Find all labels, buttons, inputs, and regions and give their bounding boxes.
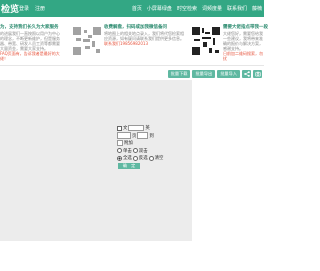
promo-banner: 为，支持我们长久为大家服务 的进展我们一直按照以用户为中心的理念，不断更新维护，… xyxy=(0,17,268,65)
promo-body: 将地图上的相关地点录入，我们将代您检索相应资源，如有疑问请联系我们提供更多信息。 xyxy=(104,30,184,41)
batch-import-button[interactable]: 批量导入 xyxy=(217,70,240,78)
promo-guidance: 需要大佬指点带我一段 大佬您好，需要您给我一些建议，我将带来准确的报价与解决方案… xyxy=(223,25,268,61)
share-icon[interactable] xyxy=(242,70,251,78)
promo-paid-service: 收费解盘，扫码或加我微信备问 将地图上的相关地点录入，我们将代您检索相应资源，如… xyxy=(104,25,186,46)
nav-more[interactable]: 藤楠 xyxy=(252,5,262,12)
promo-body: 大佬您好，需要您给我一些建议，我将带来准确的报价与解决方案，感谢支持。 xyxy=(223,30,263,51)
option-label: 清空 xyxy=(154,156,164,162)
promo-body: 的进展我们一直按照以用户为中心的理念，不断更新维护，但是服务器、带宽、研发人员工… xyxy=(0,30,60,51)
select-mode-radio[interactable] xyxy=(148,155,154,161)
nav-spatiotemporal-search[interactable]: 时空检索 xyxy=(177,5,197,12)
page-to-input[interactable] xyxy=(137,132,149,139)
option-label: 页 xyxy=(132,133,137,139)
nav-contact[interactable]: 联系我们 xyxy=(227,5,247,12)
option-label: 英 xyxy=(145,126,150,131)
option-label: 反选 xyxy=(138,156,148,162)
promo-title: 需要大佬指点带我一段 xyxy=(223,25,268,30)
main-nav: 首页 小屏幕绿盘 时空检索 词频度量 联系我们 藤楠 xyxy=(132,5,262,12)
site-logo[interactable]: 检览 xyxy=(1,2,19,15)
promo-title: 为，支持我们长久为大家服务 xyxy=(0,25,59,30)
text-input[interactable] xyxy=(128,124,145,132)
camera-icon[interactable] xyxy=(253,70,262,78)
select-mode-radio[interactable] xyxy=(132,155,138,161)
language-checkbox[interactable] xyxy=(117,125,122,131)
promo-support: 为，支持我们长久为大家服务 的进展我们一直按照以用户为中心的理念，不断更新维护，… xyxy=(0,25,62,61)
nav-word-frequency[interactable]: 词频度量 xyxy=(202,5,222,12)
top-bar: 检览 登录 注册 首页 小屏幕绿盘 时空检索 词频度量 联系我们 藤楠 xyxy=(0,0,264,17)
option-label: 全选 xyxy=(123,156,132,162)
nav-home[interactable]: 首页 xyxy=(132,5,142,12)
toolbar: 批量下载 批量导出 批量导入 xyxy=(167,70,262,78)
promo-link[interactable]: 联系我们19856982013 xyxy=(104,41,186,46)
promo-link[interactable]: FAQ页面有，告诉我者是最好的大佬！ xyxy=(0,51,62,61)
promo-link[interactable]: 日前加二维码搜索，勿扰 xyxy=(223,51,264,61)
select-mode-radio[interactable] xyxy=(117,155,122,161)
confirm-button[interactable]: 确 定 xyxy=(118,162,140,169)
click-mode-radio[interactable] xyxy=(132,148,138,154)
options-form: 文 英 页 到 附加 单击 双击 全选 反选 清空 确 定 xyxy=(117,124,167,169)
qr-code-icon xyxy=(191,26,221,56)
page-from-input[interactable] xyxy=(117,132,131,139)
batch-export-button[interactable]: 批量导出 xyxy=(192,70,216,78)
option-label: 到 xyxy=(149,133,154,139)
auth-nav: 登录 注册 xyxy=(19,5,45,12)
register-link[interactable]: 注册 xyxy=(35,5,45,12)
click-mode-radio[interactable] xyxy=(117,148,122,154)
divider xyxy=(0,65,264,66)
option-label: 附加 xyxy=(124,141,133,147)
extra-select[interactable] xyxy=(117,139,123,147)
batch-download-button[interactable]: 批量下载 xyxy=(167,70,191,78)
nav-mini-screen[interactable]: 小屏幕绿盘 xyxy=(147,5,172,12)
option-label: 单击 xyxy=(123,148,132,154)
page-footer xyxy=(0,241,264,271)
login-link[interactable]: 登录 xyxy=(19,5,29,12)
option-label: 文 xyxy=(123,126,128,131)
option-label: 双击 xyxy=(138,148,148,154)
qr-code-icon xyxy=(72,26,102,56)
